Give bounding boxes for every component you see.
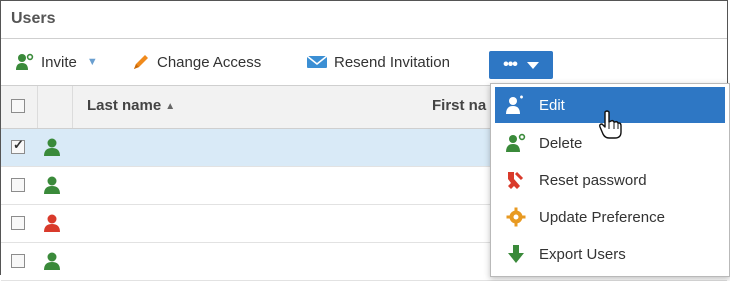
hand-cursor-icon	[599, 110, 622, 139]
divider	[37, 86, 38, 128]
resend-invitation-label: Resend Invitation	[334, 53, 450, 71]
user-delete-icon	[506, 133, 526, 152]
column-header-first-name[interactable]: First na	[432, 97, 486, 114]
user-icon	[44, 252, 60, 270]
menu-item-label: Export Users	[539, 245, 626, 263]
more-actions-button[interactable]: •••	[489, 51, 553, 79]
column-label: Last name	[87, 97, 162, 114]
invite-label: Invite	[41, 53, 77, 71]
divider	[72, 86, 73, 128]
envelope-icon	[306, 55, 328, 68]
menu-item-label: Reset password	[539, 171, 647, 189]
title-bar: Users	[1, 1, 727, 33]
row-checkbox[interactable]	[11, 254, 25, 268]
user-disabled-icon	[44, 214, 60, 232]
change-access-label: Change Access	[157, 53, 262, 71]
pencil-icon	[134, 55, 148, 69]
divider	[1, 38, 727, 39]
invite-button[interactable]: Invite ▼	[15, 48, 98, 76]
resend-invitation-button[interactable]: Resend Invitation	[306, 48, 450, 76]
user-add-icon	[16, 53, 34, 70]
user-edit-icon	[506, 95, 523, 114]
menu-item-reset-password[interactable]: Reset password	[495, 162, 725, 198]
chevron-down-icon	[526, 61, 539, 69]
row-checkbox[interactable]	[11, 137, 25, 154]
more-dots-icon: •••	[503, 56, 518, 73]
gear-icon	[506, 207, 526, 227]
key-icon	[508, 171, 524, 189]
menu-item-label: Update Preference	[539, 208, 665, 226]
user-icon	[44, 176, 60, 194]
row-checkbox[interactable]	[11, 178, 25, 192]
menu-item-label: Delete	[539, 134, 583, 152]
select-all-checkbox[interactable]	[11, 99, 25, 113]
user-icon	[44, 138, 60, 156]
menu-item-export-users[interactable]: Export Users	[495, 236, 725, 272]
download-arrow-icon	[508, 245, 524, 263]
menu-item-update-preference[interactable]: Update Preference	[495, 199, 725, 235]
menu-item-label: Edit	[539, 96, 565, 114]
change-access-button[interactable]: Change Access	[131, 48, 261, 76]
chevron-down-icon[interactable]: ▼	[87, 56, 98, 68]
column-header-last-name[interactable]: Last name ▲	[87, 97, 175, 114]
sort-ascending-icon: ▲	[165, 100, 176, 112]
page-title: Users	[11, 10, 56, 27]
row-checkbox[interactable]	[11, 216, 25, 230]
toolbar: Invite ▼ Change Access Resend Invitation	[1, 46, 727, 80]
